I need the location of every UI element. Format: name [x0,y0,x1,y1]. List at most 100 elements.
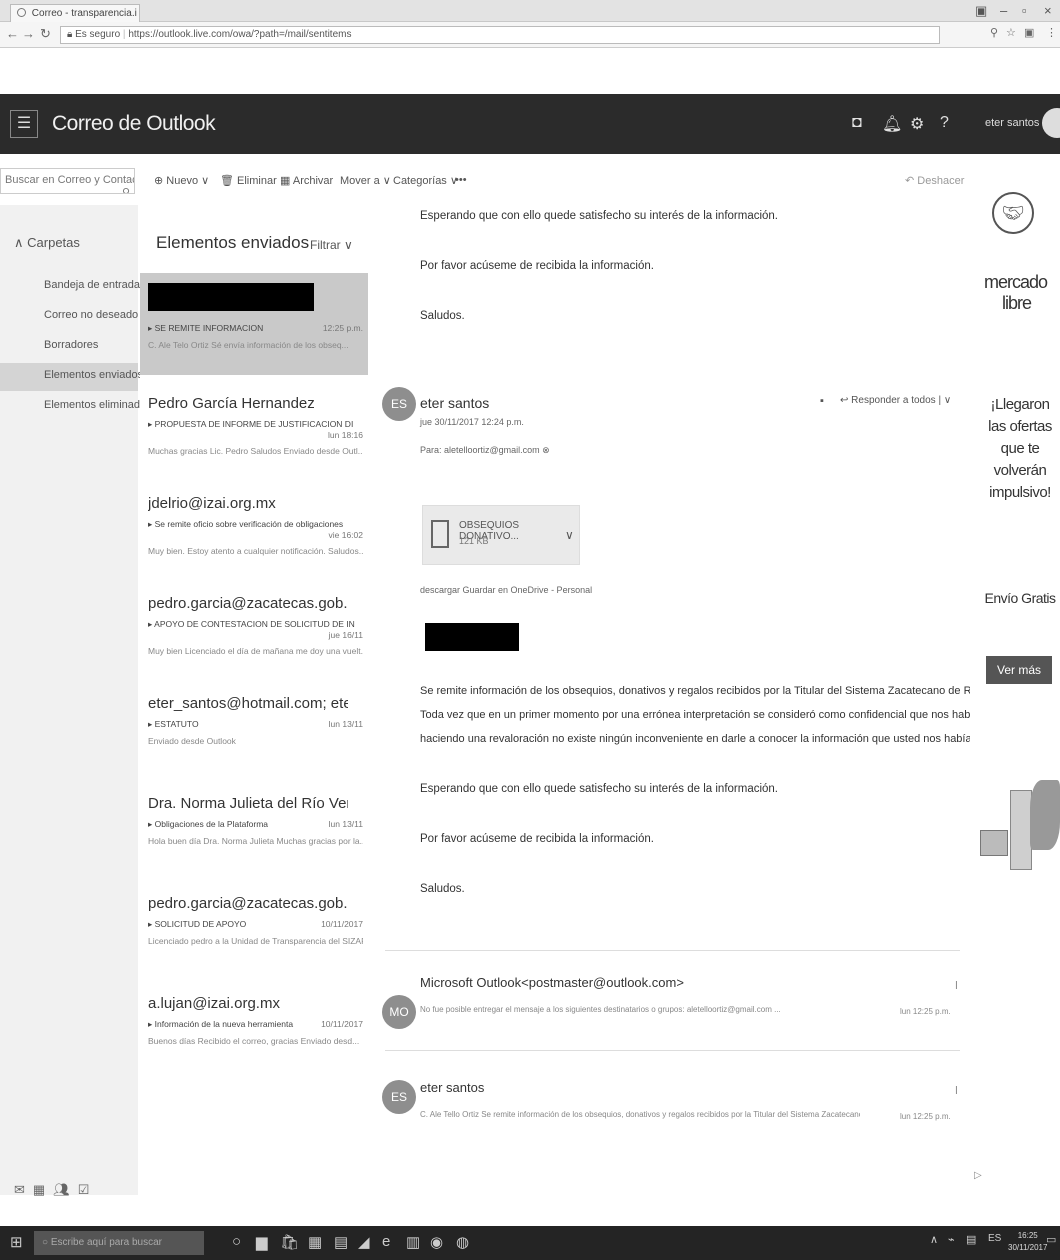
new-chevron-icon[interactable]: ∨ [198,175,209,187]
windows-taskbar: ⊞ ○ Escribe aquí para buscar ○ ▆ 🛍︎ ▦ ▤ … [0,1226,1060,1260]
mail-icon[interactable]: ✉ [14,1182,33,1197]
forward-icon[interactable]: → [22,26,35,41]
file-explorer-icon[interactable]: ▆ [256,1233,268,1251]
app-icon[interactable]: ◉ [430,1233,443,1251]
message-recipients[interactable]: Para: aletelloortiz@gmail.com ⊗ [420,445,550,456]
calendar-icon[interactable]: ▦ [33,1182,53,1197]
window-menu-icon[interactable]: ▣ [975,3,987,19]
attachment-card[interactable]: OBSEQUIOS DONATIVO... 121 KB ∨ [422,505,580,565]
message-preview: No fue posible entregar el mensaje a los… [420,1005,781,1014]
message-preview: C. Ale Tello Ortiz Se remite información… [420,1110,860,1119]
browser-tab[interactable]: Correo - transparencia.i × [10,4,140,22]
message-row-3[interactable]: pedro.garcia@zacatecas.gob.mx ▸ APOYO DE… [140,583,368,683]
undo-button[interactable]: ↶ Deshacer [905,174,964,187]
task-view-icon[interactable]: ○ [232,1233,241,1250]
sender-name[interactable]: eter santos [420,1080,484,1095]
app-icon[interactable]: ▤ [334,1233,348,1251]
app-launcher-icon[interactable]: ☰ [10,110,38,138]
attachment-actions[interactable]: descargar Guardar en OneDrive - Personal [420,585,592,595]
message-preview: Muy bien. Estoy atento a cualquier notif… [148,546,363,556]
search-input[interactable]: Buscar en Correo y Contac ⚲ [0,168,135,194]
message-subject-text: Se remite oficio sobre verificación de o… [154,519,344,529]
message-subject: ▸ APOYO DE CONTESTACION DE SOLICITUD DE … [148,619,363,640]
message-preview: Muy bien Licenciado el día de mañana me … [148,646,363,656]
folder-junk[interactable]: Correo no deseado4 [0,303,148,331]
windows-start-icon[interactable]: ⊞ [10,1233,23,1251]
help-icon[interactable]: ? [940,114,949,132]
cortana-icon: ○ [42,1237,51,1248]
maximize-icon[interactable]: ▫ [1022,3,1027,18]
ad-shipping: Envío Gratis [984,590,1056,606]
new-button[interactable]: ⊕ Nuevo ∨ [154,174,209,187]
sender-name[interactable]: Microsoft Outlook<postmaster@outlook.com… [420,975,684,990]
search-icon[interactable]: ⚲ [122,186,130,193]
filter-button[interactable]: Filtrar ∨ [310,238,353,252]
skype-icon[interactable]: ◘ [852,114,862,132]
message-subject: ▸ Se remite oficio sobre verificación de… [148,519,363,540]
chrome-icon[interactable]: ◍ [456,1233,469,1251]
folders-header[interactable]: ∧ Carpetas [14,235,80,251]
folder-inbox[interactable]: Bandeja de entrada7 [0,273,150,301]
extension-icon[interactable]: ▣ [1024,26,1034,39]
app-title[interactable]: Correo de Outlook [52,112,216,136]
tasks-icon[interactable]: ☑ [78,1182,98,1197]
product-image [1010,790,1032,870]
delete-button[interactable]: 🗑︎ Eliminar [220,174,277,187]
zoom-icon[interactable]: ⚲ [990,26,998,39]
folder-sent[interactable]: Elementos enviados [0,363,143,391]
move-to-label: Mover a [340,175,380,187]
url-field[interactable]: 🔒︎ Es seguro | https://outlook.live.com/… [60,26,940,44]
message-row-7[interactable]: a.lujan@izai.org.mx ▸ Información de la … [140,983,368,1083]
ad-choices-icon[interactable]: ▷ [974,1170,982,1181]
edge-icon[interactable]: e [382,1233,390,1250]
attachment-menu-chevron-icon[interactable]: ∨ [565,528,574,542]
message-row-6[interactable]: pedro.garcia@zacatecas.gob.mx ▸ SOLICITU… [140,883,368,983]
message-date: lun 13/11 [328,719,363,729]
taskbar-search-input[interactable]: ○ Escribe aquí para buscar [34,1231,204,1255]
notifications-bell-icon[interactable]: 🔔︎ [882,114,902,134]
reload-icon[interactable]: ↻ [40,26,51,42]
action-center-icon[interactable]: ▭ [1046,1233,1056,1246]
sender-avatar[interactable]: ES [382,1080,416,1114]
store-icon[interactable]: 🛍︎ [280,1233,299,1251]
app-icon[interactable]: ▥ [406,1233,420,1251]
user-name[interactable]: eter santos [985,117,1039,129]
message-row-2[interactable]: jdelrio@izai.org.mx ▸ Se remite oficio s… [140,483,368,583]
folder-deleted[interactable]: Elementos eliminados [0,393,152,421]
message-row-4[interactable]: eter_santos@hotmail.com; eter s... ▸ EST… [140,683,368,783]
message-row-0[interactable]: ▸ SE REMITE INFORMACION 12:25 p.m. C. Ale… [140,273,368,375]
network-icon[interactable]: ⌁ [948,1233,955,1246]
app-icon[interactable]: ▦ [308,1233,322,1251]
more-actions-button[interactable]: ••• [455,174,467,186]
message-row-5[interactable]: Dra. Norma Julieta del Río Vene... ▸ Obl… [140,783,368,883]
browser-menu-icon[interactable]: ⋮ [1046,26,1057,39]
taskbar-clock[interactable]: 16:25 30/11/2017 [1008,1230,1047,1254]
people-icon[interactable]: 👥︎ [53,1182,78,1197]
reply-all-button[interactable]: ↩ Responder a todos | ∨ [840,395,951,406]
sender-name[interactable]: eter santos [420,395,489,411]
language-icon[interactable]: ES [988,1233,1001,1244]
categories-button[interactable]: Categorías ∨ [393,174,458,187]
tray-chevron-icon[interactable]: ∧ [930,1233,938,1246]
app-icon[interactable]: ◢ [358,1233,370,1251]
message-preview: C. Ale Telo Ortiz Sé envía información d… [148,340,349,350]
sender-avatar[interactable]: MO [382,995,416,1029]
settings-gear-icon[interactable]: ⚙ [910,114,924,134]
back-icon[interactable]: ← [6,26,19,41]
archive-button[interactable]: ▦ Archivar [280,174,333,187]
move-to-button[interactable]: Mover a ∨ [340,174,391,187]
minimize-icon[interactable]: – [1000,3,1007,18]
sender-avatar[interactable]: ES [382,387,416,421]
volume-icon[interactable]: ▤ [966,1233,976,1246]
user-avatar[interactable] [1042,108,1060,138]
message-row-1[interactable]: Pedro García Hernandez ▸ PROPUESTA DE IN… [140,383,368,483]
secure-lock-icon: 🔒︎ [67,29,76,40]
browser-tab-title: Correo - transparencia.i [31,8,137,19]
folder-label: Bandeja de entrada [44,279,141,291]
flag-icon[interactable]: ▪ [820,395,824,407]
folder-drafts[interactable]: Borradores [0,333,138,361]
bookmark-star-icon[interactable]: ☆ [1006,26,1016,39]
ad-cta-button[interactable]: Ver más [986,656,1052,684]
ad-pane[interactable]: 🤝︎ mercado libre ¡Llegaron las ofertas q… [970,160,1060,1190]
close-window-icon[interactable]: × [1044,3,1052,18]
